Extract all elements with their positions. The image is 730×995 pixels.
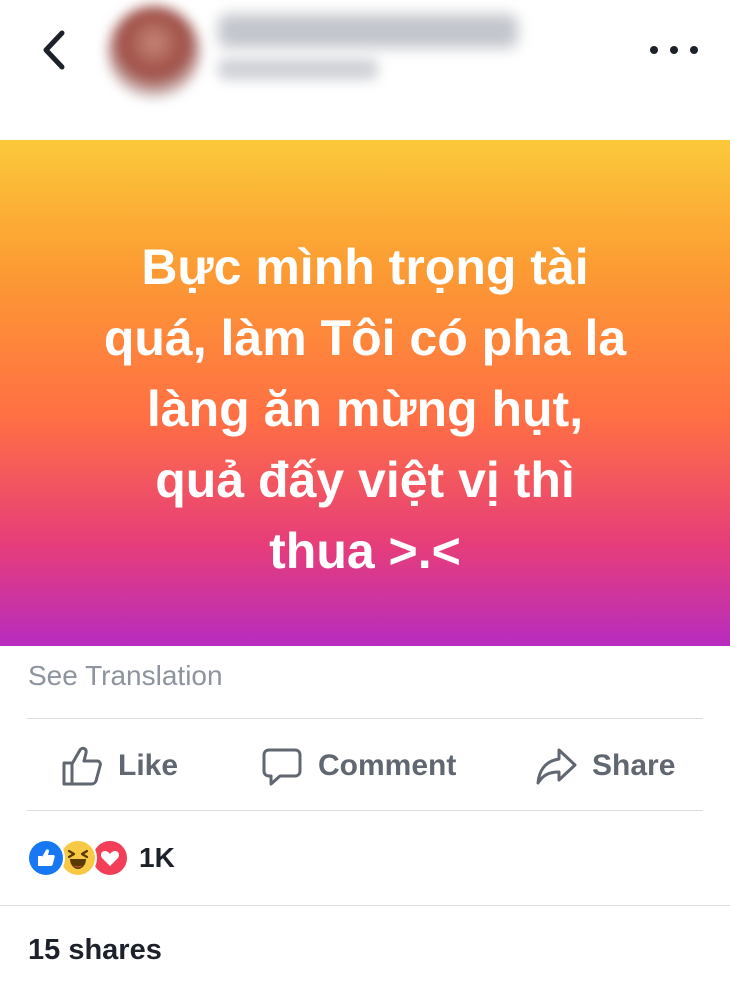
reaction-count: 1K	[139, 842, 175, 873]
like-button[interactable]: Like	[60, 740, 178, 792]
post-text-line: Bực mình trọng tài	[141, 239, 589, 295]
chevron-left-icon	[43, 30, 65, 70]
like-label: Like	[118, 749, 179, 782]
comment-bubble-icon	[262, 748, 302, 786]
see-translation-link[interactable]: See Translation	[28, 660, 223, 692]
thumbs-up-icon	[62, 746, 102, 786]
post-timestamp	[218, 58, 378, 80]
divider	[27, 810, 703, 811]
divider	[27, 718, 703, 719]
more-horizontal-icon	[650, 46, 658, 54]
post-text: Bực mình trọng tài quá, làm Tôi có pha l…	[40, 232, 690, 587]
more-options-button[interactable]	[650, 36, 698, 64]
author-name[interactable]	[218, 14, 518, 48]
reactions-summary[interactable]: 1K	[27, 838, 175, 878]
comment-button[interactable]: Comment	[260, 740, 456, 792]
share-label: Share	[592, 749, 676, 782]
post-text-line: thua >.<	[269, 523, 461, 579]
like-reaction-icon	[27, 839, 65, 877]
author-avatar[interactable]	[108, 6, 200, 98]
post-text-line: làng ăn mừng hụt,	[146, 381, 584, 437]
post-text-line: quả đấy việt vị thì	[155, 452, 575, 508]
post-text-line: quá, làm Tôi có pha la	[103, 310, 627, 366]
share-arrow-icon	[536, 748, 577, 785]
shares-count[interactable]: 15 shares	[28, 934, 162, 967]
back-button[interactable]	[30, 22, 80, 78]
post-actions-bar: Like Comment Share	[0, 730, 730, 802]
divider	[0, 905, 730, 906]
comment-label: Comment	[318, 749, 457, 782]
share-button[interactable]: Share	[534, 740, 675, 792]
post-header	[0, 0, 730, 140]
